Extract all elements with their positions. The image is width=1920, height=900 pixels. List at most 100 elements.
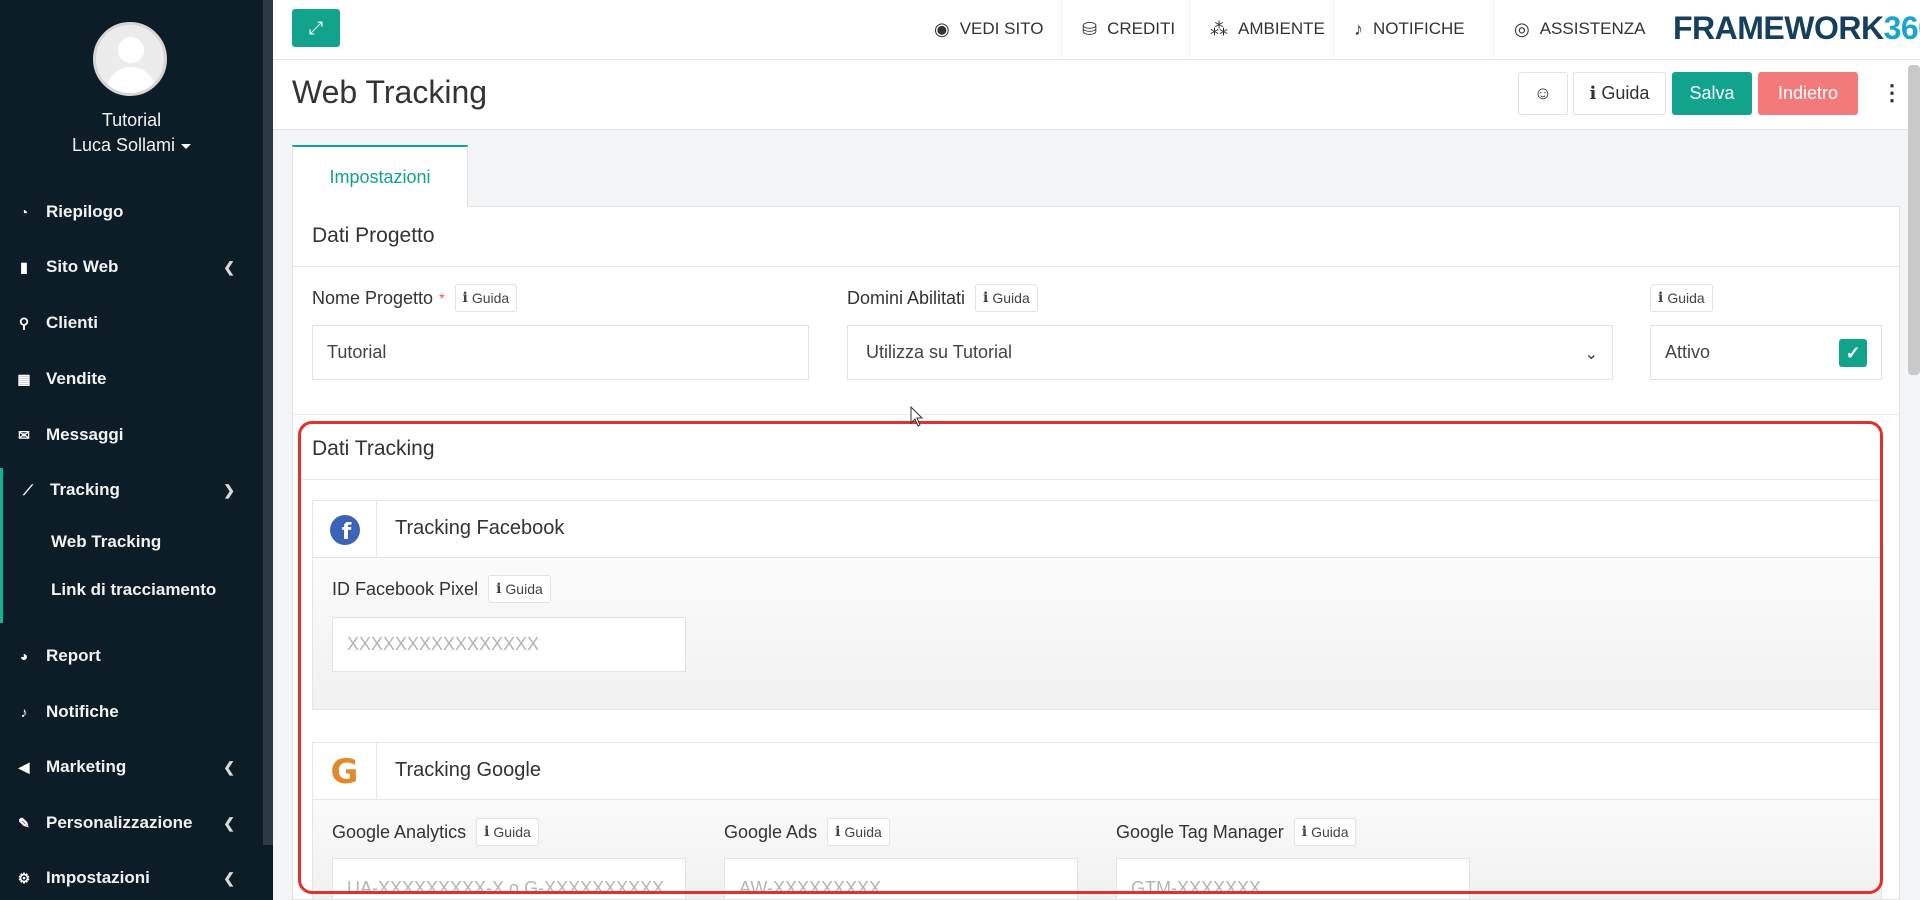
sidebar-subitem-link-tracciamento[interactable]: Link di tracciamento <box>2 570 263 610</box>
sidebar-subitem-web-tracking[interactable]: Web Tracking <box>2 522 263 562</box>
sidebar: Tutorial Luca Sollami ◔ Riepilogo ▮ Sito W… <box>0 0 273 900</box>
topbar: ⤢ ◉ VEDI SITO ⛁ CREDITI ⁂ AMBIENTE ♪ NOTIFIC… <box>273 0 1920 60</box>
sidebar-item-vendite[interactable]: ▦ Vendite <box>0 359 263 399</box>
page-scrollbar[interactable] <box>1908 65 1920 375</box>
google-analytics-label: Google Analytics i Guida <box>332 818 539 846</box>
sidebar-item-notifiche[interactable]: ♪ Notifiche <box>0 692 263 732</box>
topbar-ambiente[interactable]: ⁂ AMBIENTE <box>1189 0 1325 58</box>
more-options-icon[interactable]: ⋮ <box>1877 78 1907 108</box>
sidebar-item-label: Personalizzazione <box>46 813 193 832</box>
chevron-down-icon: ❯ <box>223 481 235 498</box>
google-ads-input[interactable]: AW-XXXXXXXXX <box>724 858 1078 900</box>
tab-impostazioni[interactable]: Impostazioni <box>292 145 468 207</box>
avatar[interactable] <box>93 22 167 96</box>
google-analytics-input[interactable]: UA-XXXXXXXXX-X o G-XXXXXXXXXX <box>332 858 686 900</box>
card-header: G Tracking Google <box>313 743 1881 800</box>
topbar-vedi-sito[interactable]: ◉ VEDI SITO <box>914 0 1043 58</box>
caret-down-icon <box>181 143 192 149</box>
google-tag-manager-input[interactable]: GTM-XXXXXXX <box>1116 858 1470 900</box>
sidebar-item-label: Riepilogo <box>46 202 124 221</box>
info-icon: i <box>983 290 989 306</box>
envelope-icon: ✉ <box>18 426 30 443</box>
check-icon: ✓ <box>1845 342 1861 363</box>
nome-progetto-label: Nome Progetto * i Guida <box>312 284 518 312</box>
topbar-link-label: AMBIENTE <box>1238 19 1325 38</box>
guida-button[interactable]: i Guida <box>476 818 539 846</box>
sidebar-item-label: Marketing <box>46 757 127 776</box>
smile-icon: ☺ <box>1533 83 1553 103</box>
framework360-logo[interactable]: FRAMEWORK360 <box>1673 10 1920 47</box>
brush-icon: ✎ <box>18 814 30 831</box>
cubes-icon: ⁂ <box>1210 18 1228 39</box>
topbar-assistenza[interactable]: ◎ ASSISTENZA <box>1493 0 1646 58</box>
divider <box>300 479 1880 480</box>
info-icon: i <box>1589 83 1597 104</box>
save-button[interactable]: Salva <box>1672 72 1752 115</box>
chevron-left-icon: ❮ <box>223 869 235 886</box>
info-icon: i <box>1301 824 1308 840</box>
sidebar-item-riepilogo[interactable]: ◔ Riepilogo <box>0 192 263 232</box>
sidebar-scrollbar[interactable] <box>263 0 273 845</box>
sidebar-item-label: Clienti <box>46 313 98 332</box>
section-title-dati-progetto: Dati Progetto <box>312 224 435 247</box>
status-field[interactable]: Attivo ✓ <box>1650 325 1882 380</box>
google-icon: G <box>330 751 359 792</box>
file-icon: ▮ <box>20 258 28 275</box>
sidebar-item-impostazioni[interactable]: ⚙ Impostazioni ❮ <box>0 858 263 898</box>
coins-icon: ⛁ <box>1082 18 1098 39</box>
page-title: Web Tracking <box>292 74 488 110</box>
user-company: Tutorial <box>101 110 162 130</box>
calculator-icon: ▦ <box>17 370 31 387</box>
mouse-cursor-icon <box>910 406 924 427</box>
sidebar-item-label: Tracking <box>50 480 120 499</box>
nome-progetto-input[interactable]: Tutorial <box>312 325 809 380</box>
sidebar-item-label: Messaggi <box>46 425 124 444</box>
sidebar-item-personalizzazione[interactable]: ✎ Personalizzazione ❮ <box>0 803 263 843</box>
google-ads-label: Google Ads i Guida <box>724 818 890 846</box>
back-button[interactable]: Indietro <box>1758 72 1858 115</box>
topbar-link-label: VEDI SITO <box>959 19 1044 38</box>
status-label: i Guida <box>1650 284 1713 312</box>
sidebar-item-label: Impostazioni <box>46 868 150 887</box>
facebook-pixel-input[interactable]: XXXXXXXXXXXXXXXX <box>332 617 686 672</box>
guida-button[interactable]: i Guida <box>488 575 551 603</box>
divider <box>293 266 1899 267</box>
topbar-notifiche[interactable]: ♪ NOTIFICHE <box>1333 0 1465 58</box>
sidebar-item-report[interactable]: ◕ Report <box>0 636 263 676</box>
expand-button[interactable]: ⤢ <box>292 9 340 47</box>
info-icon: i <box>484 824 490 840</box>
sidebar-item-label: Sito Web <box>46 257 119 276</box>
divider <box>293 414 1899 415</box>
guida-button[interactable]: i Guida <box>1293 818 1357 846</box>
guida-button[interactable]: i Guida <box>975 284 1038 312</box>
chevron-left-icon: ❮ <box>223 758 235 775</box>
facebook-pixel-label: ID Facebook Pixel i Guida <box>332 575 551 603</box>
guida-button[interactable]: i Guida <box>827 818 890 846</box>
bell-icon: ♪ <box>1354 18 1363 39</box>
domini-abilitati-label: Domini Abilitati i Guida <box>847 284 1038 312</box>
domini-abilitati-select[interactable]: Utilizza su Tutorial ⌄ <box>847 325 1613 380</box>
facebook-icon: f <box>329 514 360 545</box>
topbar-link-label: CREDITI <box>1107 19 1176 38</box>
sidebar-item-clienti[interactable]: ⚲ Clienti <box>0 303 263 343</box>
status-checkbox[interactable]: ✓ <box>1839 339 1867 367</box>
google-tag-manager-label: Google Tag Manager i Guida <box>1116 818 1357 846</box>
user-menu[interactable]: Luca Sollami <box>0 135 263 156</box>
user-name: Luca Sollami <box>71 135 176 155</box>
sidebar-item-marketing[interactable]: ◀ Marketing ❮ <box>0 747 263 787</box>
sidebar-item-tracking[interactable]: ⟋ Tracking ❯ <box>0 470 263 510</box>
sidebar-item-messaggi[interactable]: ✉ Messaggi <box>0 415 263 455</box>
sidebar-item-sito-web[interactable]: ▮ Sito Web ❮ <box>0 247 263 287</box>
guida-button[interactable]: i Guida <box>454 284 518 312</box>
tracking-facebook-card: f Tracking Facebook <box>312 500 1882 710</box>
guida-button[interactable]: i Guida <box>1650 284 1713 312</box>
header-guida-button[interactable]: i Guida <box>1573 72 1666 115</box>
chevron-left-icon: ❮ <box>223 814 235 831</box>
chevron-down-icon: ⌄ <box>1584 346 1598 363</box>
megaphone-icon: ◀ <box>18 758 30 775</box>
eye-icon: ◉ <box>934 18 950 39</box>
life-ring-icon: ◎ <box>1514 18 1530 39</box>
topbar-crediti[interactable]: ⛁ CREDITI <box>1061 0 1175 58</box>
sidebar-item-label: Vendite <box>46 369 107 388</box>
feedback-button[interactable]: ☺ <box>1518 72 1568 115</box>
